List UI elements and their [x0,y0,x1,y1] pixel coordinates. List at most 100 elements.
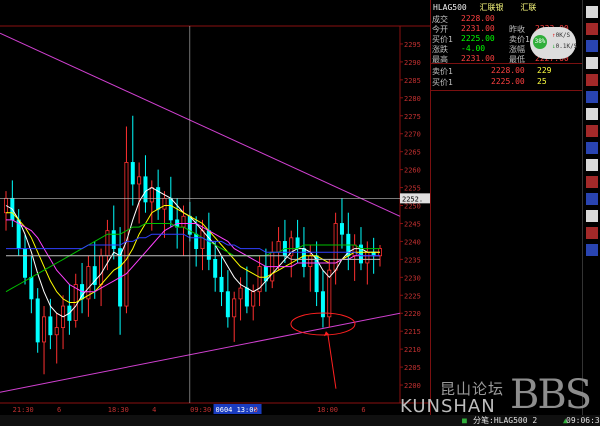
erase-tool-icon[interactable] [586,176,598,188]
instrument-name: 汇联银 [479,3,504,12]
candle-body [206,230,211,260]
network-speed-badge[interactable]: 38% ↑0K/S ↓0.1K/S [530,27,577,59]
candle-body [352,244,357,257]
y-tick-label: 2240 [404,238,421,246]
y-tick-label: 2290 [404,59,421,67]
y-tick-label: 2270 [404,131,421,139]
watermark-bbs: BBS [510,372,592,418]
candle-body [339,223,344,235]
candle-body [301,248,306,267]
candle-body [219,276,224,293]
quote-panel-title: HLAG500 汇联银 汇联 [433,2,536,13]
candlestick-chart[interactable]: 2252. 2295229022852280227522702265226022… [0,0,430,415]
y-tick-label: 2255 [404,185,421,193]
candle-body [23,248,28,278]
candle-body [42,316,47,343]
watermark-en: KUNSHAN [400,396,496,417]
y-tick-label: 2220 [404,310,421,318]
chart-window: { "header": { "row1": [ {"text": "2242.0… [0,0,600,426]
quote-value: 2228.00 [461,14,495,23]
candle-body [137,176,142,185]
orderbook-price: 2228.00 [491,66,525,75]
color-tool-icon[interactable] [586,227,598,239]
x-tick-label: 5 [254,406,258,414]
y-tick-label: 2245 [404,220,421,228]
candle-body [29,276,34,300]
candle-body [225,291,230,318]
line-tool-icon[interactable] [586,23,598,35]
y-tick-label: 2250 [404,203,421,211]
candle-body [232,298,237,318]
zoom-tool-icon[interactable] [586,210,598,222]
upload-speed: ↑0K/S [552,32,570,39]
instrument-code: HLAG500 [433,3,467,12]
candle-body [295,237,300,250]
orderbook-row: 买价1 2225.00 25 [431,77,583,88]
orderbook-price: 2225.00 [491,77,525,86]
divider [431,90,583,91]
candle-body [149,187,154,203]
candle-body [213,258,218,278]
y-tick-label: 2210 [404,346,421,354]
y-tick-label: 2260 [404,167,421,175]
orderbook-label: 买价1 [432,78,453,87]
y-tick-label: 2200 [404,382,421,390]
arrow-tool-icon[interactable] [586,125,598,137]
candle-body [263,266,268,282]
x-tick-label: 4 [152,406,156,414]
candle-body [365,251,370,264]
y-tick-label: 2295 [404,41,421,49]
y-tick-label: 2285 [404,77,421,85]
y-tick-label: 2275 [404,113,421,121]
text-tool-icon[interactable] [586,108,598,120]
drawing-toolbar [582,0,600,415]
download-speed: ↓0.1K/S [552,43,577,50]
orderbook-qty: 229 [537,66,552,75]
x-tick-label: 18:30 [108,406,129,414]
x-tick-label: 0604 13:00 [216,406,258,414]
x-tick-label: 18:00 [317,406,338,414]
x-tick-label: 6 [361,406,365,414]
candle-body [181,215,186,228]
download-speed-value: 0.1K/S [555,43,578,50]
lock-tool-icon[interactable] [586,193,598,205]
candle-body [200,230,205,250]
candle-body [99,255,104,285]
candle-body [371,251,376,257]
y-tick-label: 2225 [404,292,421,300]
quote-value: 2231.00 [461,54,495,63]
upload-speed-value: 0K/S [555,32,571,39]
settings-icon[interactable] [586,244,598,256]
ray-tool-icon[interactable] [586,40,598,52]
y-tick-label: 2280 [404,95,421,103]
orderbook-qty: 25 [537,77,547,86]
exchange-name: 汇联 [520,3,537,12]
y-tick-label: 2265 [404,149,421,157]
candle-body [111,230,116,250]
channel-tool-icon[interactable] [586,57,598,69]
candle-body [124,162,129,307]
x-tick-label: 6 [57,406,61,414]
y-tick-label: 2235 [404,256,421,264]
candle-body [86,266,91,300]
quote-panel: HLAG500 汇联银 汇联 成交2228.00今开2231.00昨收2233.… [430,0,583,415]
cursor-icon[interactable] [586,6,598,18]
candle-body [244,287,249,307]
gann-tool-icon[interactable] [586,159,598,171]
cycle-tool-icon[interactable] [586,142,598,154]
candle-body [168,197,173,221]
quote-value: 2231.00 [461,24,495,33]
candle-body [130,162,135,185]
candle-body [308,255,313,267]
orderbook-label: 卖价1 [432,67,453,76]
candle-body [251,291,256,307]
candle-body [35,298,40,343]
percent-circle: 38% [533,35,547,49]
y-tick-label: 2215 [404,328,421,336]
y-tick-label: 2230 [404,274,421,282]
rect-tool-icon[interactable] [586,91,598,103]
candle-body [276,241,281,253]
fib-tool-icon[interactable] [586,74,598,86]
x-tick-label: 09:30 [190,406,211,414]
quote-value: 2225.00 [461,34,495,43]
